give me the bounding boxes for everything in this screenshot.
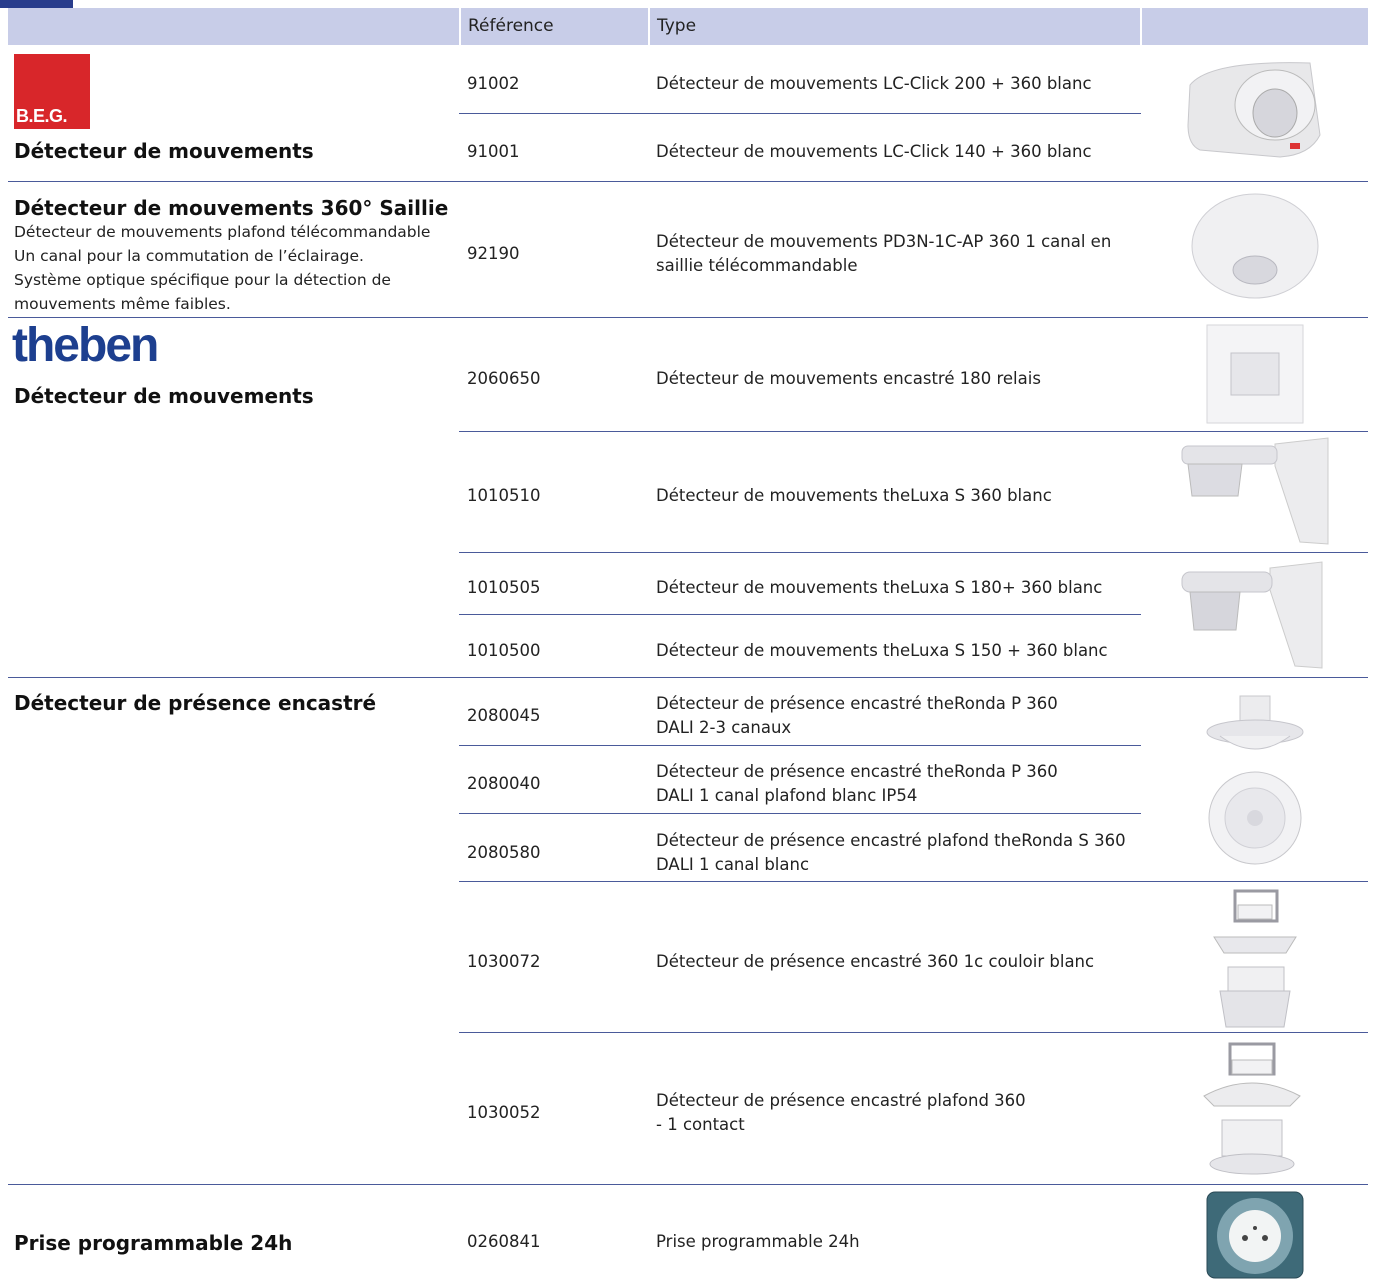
row-divider [459,1032,1368,1033]
row-divider [459,881,1368,882]
row-ref: 1010500 [467,641,541,660]
row-divider [459,113,1141,114]
section-title: Détecteur de présence encastré [14,691,377,715]
row-ref: 2060650 [467,369,541,388]
header-cell-label [8,8,459,45]
product-image-theluxa-180 [1181,561,1323,669]
row-ref: 91002 [467,74,520,93]
theben-logo: theben [12,319,159,372]
section-description: Détecteur de mouvements plafond télécomm… [14,223,431,241]
corner-tab [0,0,73,8]
product-image-plafond-360 [1203,1042,1301,1175]
row-divider [459,813,1141,814]
row-type: DALI 1 canal plafond blanc IP54 [656,786,918,805]
product-image-lc-click [1187,62,1321,158]
row-ref: 1030072 [467,952,541,971]
row-type: Détecteur de mouvements theLuxa S 360 bl… [656,486,1052,505]
row-ref: 1030052 [467,1103,541,1122]
section-divider [8,317,1368,318]
product-image-theluxa-360 [1181,437,1329,545]
row-type: DALI 2-3 canaux [656,718,792,737]
section-description: Système optique spécifique pour la détec… [14,271,391,289]
row-type: Détecteur de mouvements PD3N-1C-AP 360 1… [656,232,1112,251]
row-type: Détecteur de présence encastré 360 1c co… [656,952,1095,971]
row-divider [459,552,1368,553]
row-ref: 2080045 [467,706,541,725]
row-divider [459,431,1368,432]
product-image-prise-programmable [1206,1191,1304,1279]
row-ref: 2080040 [467,774,541,793]
row-type: Détecteur de mouvements LC-Click 200 + 3… [656,74,1092,93]
row-type: Détecteur de présence encastré theRonda … [656,762,1058,781]
row-ref: 91001 [467,142,520,161]
section-description: mouvements même faibles. [14,295,231,313]
section-divider [8,1184,1368,1185]
section-title: Détecteur de mouvements 360° Saillie [14,196,449,220]
section-description: Un canal pour la commutation de l’éclair… [14,247,364,265]
row-ref: 0260841 [467,1232,541,1251]
product-image-pd3n [1191,193,1319,299]
row-ref: 92190 [467,244,520,263]
row-type: DALI 1 canal blanc [656,855,810,874]
header-reference: Référence [468,16,554,36]
row-ref: 1010510 [467,486,541,505]
product-image-encastre-180 [1206,324,1304,424]
section-title: Détecteur de mouvements [14,139,314,163]
beg-logo: B.E.G. [14,54,90,129]
header-type: Type [657,16,697,36]
header-cell-image [1142,8,1368,45]
row-type: Détecteur de mouvements encastré 180 rel… [656,369,1041,388]
header-cell-type: Type [650,8,1140,45]
row-type: Détecteur de mouvements LC-Click 140 + 3… [656,142,1092,161]
row-divider [459,745,1141,746]
section-title: Détecteur de mouvements [14,384,314,408]
section-divider [8,181,1368,182]
row-type: Détecteur de présence encastré theRonda … [656,694,1058,713]
row-ref: 2080580 [467,843,541,862]
row-type: saillie télécommandable [656,256,858,275]
row-type: Détecteur de présence encastré plafond t… [656,831,1126,850]
row-type: Prise programmable 24h [656,1232,860,1251]
row-ref: 1010505 [467,578,541,597]
row-type: Détecteur de présence encastré plafond 3… [656,1091,1026,1110]
product-image-couloir [1213,889,1297,1028]
header-cell-reference: Référence [461,8,648,45]
row-divider [459,614,1141,615]
product-image-theronda [1206,695,1304,865]
row-type: Détecteur de mouvements theLuxa S 150 + … [656,641,1108,660]
section-divider [8,677,1368,678]
row-type: - 1 contact [656,1115,745,1134]
section-title: Prise programmable 24h [14,1231,293,1255]
row-type: Détecteur de mouvements theLuxa S 180+ 3… [656,578,1103,597]
